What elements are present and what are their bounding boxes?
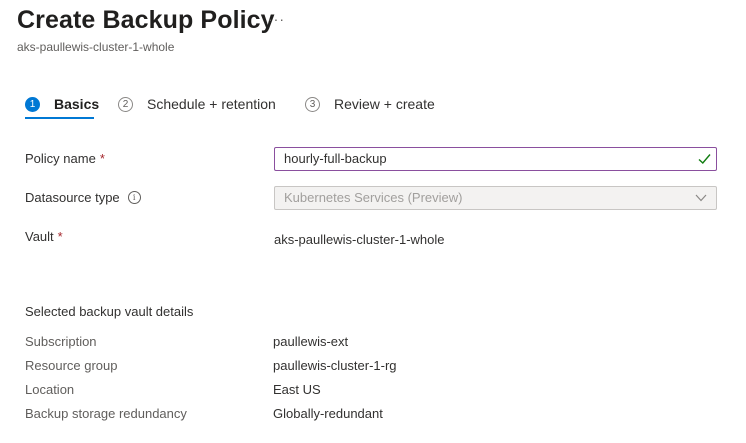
required-mark: * [99, 151, 105, 166]
vault-details-heading: Selected backup vault details [25, 304, 194, 319]
active-tab-indicator [25, 117, 94, 119]
policy-name-label-text: Policy name [25, 151, 96, 166]
page-subtitle: aks-paullewis-cluster-1-whole [17, 40, 175, 54]
storage-redundancy-label: Backup storage redundancy [25, 406, 187, 421]
tab-basics[interactable]: 1 Basics [25, 93, 99, 115]
tab-label: Review + create [334, 96, 435, 112]
resource-group-label: Resource group [25, 358, 118, 373]
subscription-value: paullewis-ext [273, 334, 349, 349]
vault-value: aks-paullewis-cluster-1-whole [274, 232, 445, 247]
page-title: Create Backup Policy [17, 6, 275, 34]
policy-name-value: hourly-full-backup [284, 151, 387, 166]
tab-schedule-retention[interactable]: 2 Schedule + retention [118, 93, 276, 115]
datasource-type-label: Datasource type i [25, 190, 141, 205]
datasource-type-value: Kubernetes Services (Preview) [284, 190, 463, 205]
location-value: East US [273, 382, 321, 397]
datasource-type-label-text: Datasource type [25, 190, 120, 205]
more-icon[interactable]: ··· [268, 11, 285, 27]
tab-label: Basics [54, 96, 100, 112]
check-icon [698, 154, 711, 165]
step-number-badge: 2 [118, 96, 133, 112]
tab-label: Schedule + retention [147, 96, 276, 112]
step-number-badge: 1 [25, 96, 40, 112]
info-icon[interactable]: i [127, 191, 141, 204]
vault-label: Vault * [25, 229, 63, 244]
storage-redundancy-value: Globally-redundant [273, 406, 383, 421]
subscription-label: Subscription [25, 334, 97, 349]
policy-name-label: Policy name * [25, 151, 105, 166]
vault-label-text: Vault [25, 229, 54, 244]
policy-name-field[interactable]: hourly-full-backup [274, 147, 717, 171]
step-number-badge: 3 [305, 96, 320, 112]
tab-review-create[interactable]: 3 Review + create [305, 93, 435, 115]
location-label: Location [25, 382, 75, 397]
resource-group-value: paullewis-cluster-1-rg [273, 358, 397, 373]
required-mark: * [57, 229, 63, 244]
chevron-down-icon [695, 194, 707, 202]
datasource-type-select[interactable]: Kubernetes Services (Preview) [274, 186, 717, 210]
